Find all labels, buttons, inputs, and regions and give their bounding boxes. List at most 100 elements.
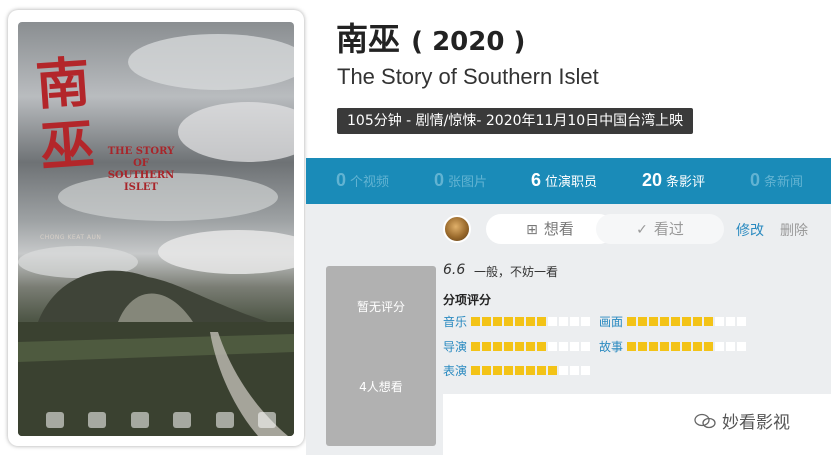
- rating-block-filled: [493, 365, 502, 375]
- rating-block-empty: [559, 316, 568, 326]
- rating-blocks: [471, 365, 590, 375]
- rating-block-filled: [537, 316, 546, 326]
- wants-count: 4人想看: [359, 380, 403, 394]
- rating-block-filled: [504, 316, 513, 326]
- sponsor-logo-icon: [130, 412, 149, 428]
- rating-block-empty: [715, 316, 724, 326]
- poster-logos: [46, 410, 276, 430]
- rating-blocks: [627, 316, 746, 326]
- rating-block-filled: [660, 341, 669, 351]
- check-icon: ✓: [636, 222, 648, 238]
- stat-videos[interactable]: 0 个视频: [336, 170, 389, 191]
- watermark-text: 妙看影视: [722, 413, 790, 433]
- rating-blocks: [627, 341, 746, 351]
- rating-block-filled: [682, 341, 691, 351]
- rating-block-filled: [526, 341, 535, 351]
- wechat-icon: [694, 413, 716, 428]
- rating-row-visual: 画面: [599, 315, 746, 329]
- want-to-watch-button[interactable]: ⊞ 想看: [486, 214, 614, 244]
- rating-row-music: 音乐: [443, 315, 590, 329]
- rating-block-empty: [570, 316, 579, 326]
- rating-block-filled: [671, 316, 680, 326]
- rating-block-empty: [581, 365, 590, 375]
- rating-block-filled: [649, 341, 658, 351]
- rating-block-empty: [715, 341, 724, 351]
- poster-title-en: THE STORY OF SOUTHERN ISLET: [107, 146, 175, 193]
- rating-block-empty: [548, 316, 557, 326]
- user-score-text: 一般，不妨一看: [474, 265, 559, 279]
- rating-block-filled: [693, 341, 702, 351]
- rating-block-filled: [548, 365, 557, 375]
- rating-block-filled: [704, 341, 713, 351]
- sponsor-logo-icon: [88, 412, 107, 428]
- rating-block-filled: [638, 316, 647, 326]
- rating-block-filled: [504, 365, 513, 375]
- stat-news[interactable]: 0 条新闻: [750, 170, 803, 191]
- edit-link[interactable]: 修改: [736, 220, 764, 240]
- poster-card: 南 巫 THE STORY OF SOUTHERN ISLET CHONG KE…: [8, 10, 304, 446]
- rating-block-filled: [638, 341, 647, 351]
- rating-block-filled: [537, 341, 546, 351]
- rating-block-filled: [471, 365, 480, 375]
- movie-title-cn: 南巫 ( 2020 ): [336, 14, 525, 60]
- sponsor-logo-icon: [46, 412, 64, 428]
- rating-block-filled: [482, 316, 491, 326]
- rating-block-empty: [726, 341, 735, 351]
- delete-link[interactable]: 删除: [780, 220, 808, 240]
- rating-block-empty: [581, 316, 590, 326]
- rating-block-filled: [537, 365, 546, 375]
- movie-title-en: The Story of Southern Islet: [337, 64, 599, 89]
- rating-block-filled: [660, 316, 669, 326]
- rating-block-filled: [671, 341, 680, 351]
- poster-title-cn: 南 巫: [33, 49, 97, 179]
- stats-bar: 0 个视频 0 张图片 6 位演职员 20 条影评 0 条新闻: [306, 158, 831, 204]
- rating-block-empty: [737, 316, 746, 326]
- rating-block-empty: [570, 341, 579, 351]
- stat-reviews[interactable]: 20 条影评: [642, 170, 705, 191]
- rating-block-filled: [704, 316, 713, 326]
- rating-block-empty: [726, 316, 735, 326]
- rating-block-filled: [493, 316, 502, 326]
- rating-block-empty: [548, 341, 557, 351]
- sponsor-logo-icon: [215, 412, 234, 428]
- user-score-value: 6.6: [443, 262, 466, 278]
- rating-block-filled: [526, 365, 535, 375]
- rating-blocks: [471, 341, 590, 351]
- rating-block-filled: [627, 316, 636, 326]
- movie-year: ( 2020 ): [411, 27, 526, 57]
- sponsor-logo-icon: [173, 412, 192, 428]
- rating-block-filled: [471, 341, 480, 351]
- watched-button[interactable]: ✓ 看过: [596, 214, 724, 244]
- rating-block-empty: [737, 341, 746, 351]
- rating-block-filled: [649, 316, 658, 326]
- rating-row-acting: 表演: [443, 364, 590, 378]
- plus-box-icon: ⊞: [526, 222, 538, 238]
- stat-cast[interactable]: 6 位演职员: [531, 170, 597, 191]
- rating-block-empty: [559, 365, 568, 375]
- rating-block-empty: [559, 341, 568, 351]
- rating-block-empty: [570, 365, 579, 375]
- rating-block-filled: [515, 316, 524, 326]
- rating-block-filled: [682, 316, 691, 326]
- poster-credit: CHONG KEAT AUN: [40, 234, 102, 241]
- rating-block-filled: [493, 341, 502, 351]
- rating-block-filled: [482, 341, 491, 351]
- movie-meta: 105分钟 - 剧情/惊悚- 2020年11月10日中国台湾上映: [337, 108, 694, 134]
- stat-images[interactable]: 0 张图片: [434, 170, 487, 191]
- sponsor-logo-icon: [257, 412, 276, 428]
- rating-block-filled: [526, 316, 535, 326]
- sub-ratings-title: 分项评分: [443, 293, 492, 307]
- rating-block-filled: [627, 341, 636, 351]
- rating-block-filled: [515, 365, 524, 375]
- rating-block-filled: [504, 341, 513, 351]
- title-cn-text: 南巫: [336, 20, 401, 58]
- user-avatar[interactable]: [443, 215, 471, 243]
- score-box: 暂无评分 4人想看: [326, 266, 436, 446]
- rating-block-empty: [581, 341, 590, 351]
- rating-row-director: 导演: [443, 340, 590, 354]
- rating-block-filled: [471, 316, 480, 326]
- rating-block-filled: [515, 341, 524, 351]
- rating-block-filled: [693, 316, 702, 326]
- rating-block-filled: [482, 365, 491, 375]
- movie-poster[interactable]: 南 巫 THE STORY OF SOUTHERN ISLET CHONG KE…: [18, 22, 294, 436]
